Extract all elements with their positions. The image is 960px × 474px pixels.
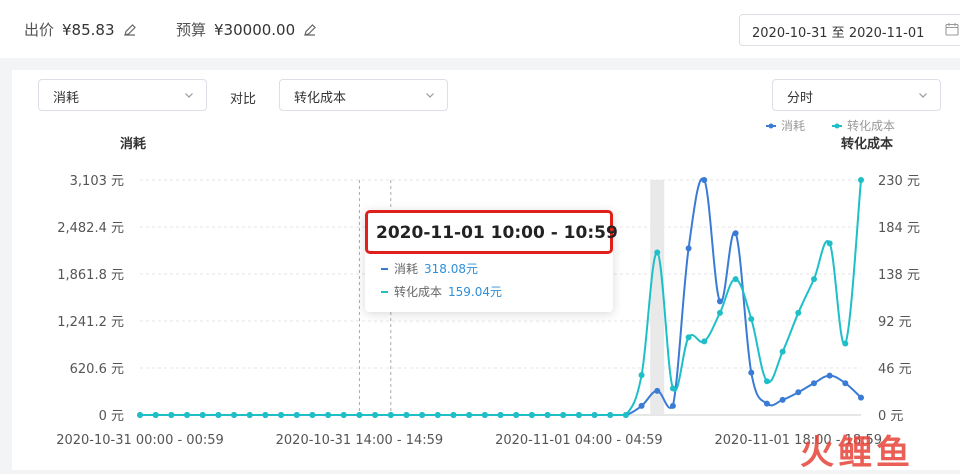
legend-dot-series2 <box>834 123 840 129</box>
legend-label-series2: 转化成本 <box>847 118 895 133</box>
series-point-2 <box>622 412 629 418</box>
right-tick-label: 46 元 <box>878 362 912 377</box>
left-tick-label: 1,241.2 元 <box>57 315 124 330</box>
series-point-2 <box>481 412 488 418</box>
hover-band <box>650 180 665 415</box>
tooltip-row-name: 转化成本 <box>394 285 443 299</box>
series-point-1 <box>795 389 802 396</box>
left-tick-label: 2,482.4 元 <box>57 221 124 236</box>
series-point-2 <box>701 338 708 345</box>
series-point-2 <box>795 309 802 316</box>
series-point-2 <box>858 177 864 183</box>
left-axis-title: 消耗 <box>120 136 146 152</box>
x-tick-label: 2020-10-31 14:00 - 14:59 <box>276 433 444 448</box>
series-point-2 <box>466 412 473 418</box>
tooltip-row-series1: 消耗 318.08元 <box>381 260 478 277</box>
series-point-1 <box>748 369 755 376</box>
series-point-2 <box>152 412 159 418</box>
series-point-2 <box>372 412 379 418</box>
tooltip-row-value: 318.08元 <box>424 262 479 276</box>
series-point-2 <box>419 412 426 418</box>
series-point-2 <box>591 412 598 418</box>
series-point-2 <box>293 412 300 418</box>
tooltip-row-name: 消耗 <box>394 262 419 276</box>
series-point-2 <box>716 309 723 316</box>
series-point-1 <box>842 380 849 387</box>
series-point-2 <box>732 276 739 283</box>
series-point-2 <box>654 249 661 256</box>
series-point-2 <box>309 412 316 418</box>
series-point-2 <box>528 412 535 418</box>
series-point-2 <box>779 348 786 355</box>
series-point-2 <box>748 315 755 322</box>
legend[interactable]: 消耗 转化成本 <box>766 118 895 133</box>
series-point-2 <box>685 334 692 341</box>
series-point-2 <box>137 412 143 418</box>
series-point-2 <box>246 412 253 418</box>
left-tick-label: 620.6 元 <box>70 362 124 377</box>
series-point-2 <box>450 412 457 418</box>
left-tick-label: 3,103 元 <box>70 174 124 189</box>
chart-tooltip: 2020-11-01 10:00 - 10:59 消耗 318.08元 转化成本… <box>365 210 618 312</box>
right-axis-title: 转化成本 <box>841 136 893 152</box>
series-point-2 <box>278 412 285 418</box>
left-tick-label: 1,861.8 元 <box>57 268 124 283</box>
series-point-1 <box>701 177 708 183</box>
tooltip-row-series2: 转化成本 159.04元 <box>381 283 502 300</box>
series-point-2 <box>215 412 222 418</box>
tooltip-swatch-series1 <box>381 267 388 270</box>
series-point-2 <box>638 372 645 379</box>
series-point-2 <box>560 412 567 418</box>
tooltip-swatch-series2 <box>381 290 388 293</box>
series-point-2 <box>669 385 676 392</box>
tooltip-row-value: 159.04元 <box>448 285 503 299</box>
series-point-1 <box>826 372 833 379</box>
right-tick-label: 138 元 <box>878 268 920 283</box>
series-point-1 <box>779 396 786 403</box>
series-point-2 <box>403 412 410 418</box>
series-point-1 <box>732 230 739 237</box>
series-point-2 <box>168 412 175 418</box>
series-point-1 <box>810 380 817 387</box>
series-point-2 <box>356 412 363 418</box>
series-point-2 <box>434 412 441 418</box>
x-tick-label: 2020-11-01 04:00 - 04:59 <box>495 433 663 448</box>
series-point-1 <box>685 245 692 252</box>
right-tick-label: 0 元 <box>878 409 903 424</box>
series-point-2 <box>575 412 582 418</box>
watermark-logo: 火鲤鱼 <box>800 433 914 473</box>
series-point-2 <box>810 276 817 283</box>
series-point-2 <box>497 412 504 418</box>
series-point-2 <box>607 412 614 418</box>
series-point-2 <box>340 412 347 418</box>
right-tick-label: 230 元 <box>878 174 920 189</box>
series-point-2 <box>513 412 520 418</box>
series-point-1 <box>763 400 770 407</box>
right-tick-label: 184 元 <box>878 221 920 236</box>
legend-dot-series1 <box>768 123 774 129</box>
series-point-2 <box>262 412 269 418</box>
series-point-1 <box>716 298 723 305</box>
series-point-1 <box>669 402 676 409</box>
x-tick-label: 2020-10-31 00:00 - 00:59 <box>56 433 224 448</box>
series-point-2 <box>199 412 206 418</box>
legend-label-series1: 消耗 <box>781 119 805 133</box>
series-point-2 <box>387 412 394 418</box>
right-tick-label: 92 元 <box>878 315 912 330</box>
tooltip-title: 2020-11-01 10:00 - 10:59 <box>365 210 618 254</box>
series-point-2 <box>544 412 551 418</box>
series-point-2 <box>826 240 833 247</box>
series-point-1 <box>858 394 864 401</box>
series-point-2 <box>184 412 191 418</box>
series-point-2 <box>231 412 238 418</box>
series-point-2 <box>842 340 849 347</box>
series-point-2 <box>325 412 332 418</box>
series-point-2 <box>763 378 770 385</box>
left-tick-label: 0 元 <box>99 409 124 424</box>
series-point-1 <box>654 387 661 394</box>
series-point-1 <box>638 402 645 409</box>
